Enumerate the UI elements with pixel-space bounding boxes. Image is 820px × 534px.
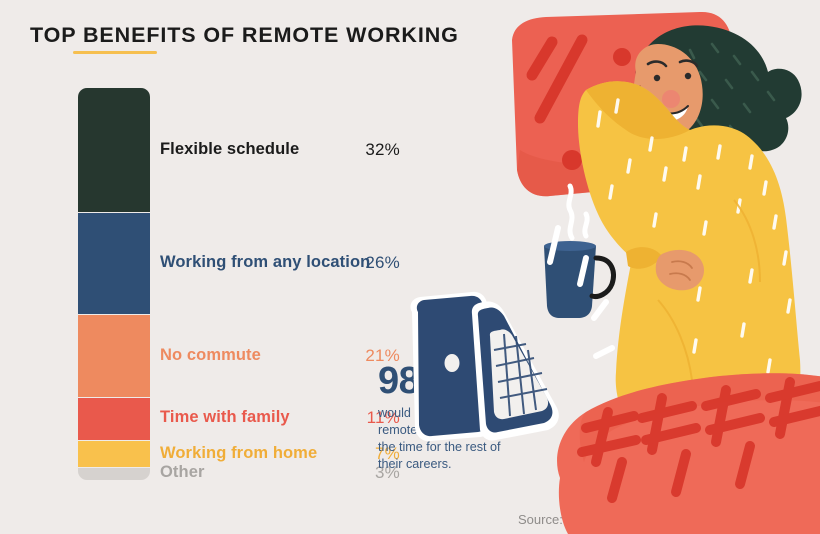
bar-category-label: Time with family <box>160 408 290 427</box>
stacked-bar-chart: 32% Flexible schedule 26% Working from any … <box>0 0 400 534</box>
bar-segment <box>78 88 150 214</box>
bar-category-label: No commute <box>160 345 261 364</box>
bar-segment <box>78 468 150 480</box>
bar-category-label: Working from any location <box>160 253 371 272</box>
bar-segment <box>78 397 150 441</box>
bar-category-label: Flexible schedule <box>160 139 300 158</box>
bar-category-label: Other <box>160 463 205 482</box>
infographic-canvas: TOP BENEFITS OF REMOTE WORKING 32% Flexib… <box>0 0 820 534</box>
red-blanket <box>557 373 820 534</box>
remote-working-illustration <box>410 11 820 534</box>
bar-segment <box>78 440 150 469</box>
bar-category-label: Working from home <box>160 443 318 462</box>
stacked-bar-column <box>78 88 150 480</box>
bar-segment <box>78 315 150 398</box>
bar-percentage-label: 32% <box>365 139 400 159</box>
bar-segment <box>78 213 150 316</box>
